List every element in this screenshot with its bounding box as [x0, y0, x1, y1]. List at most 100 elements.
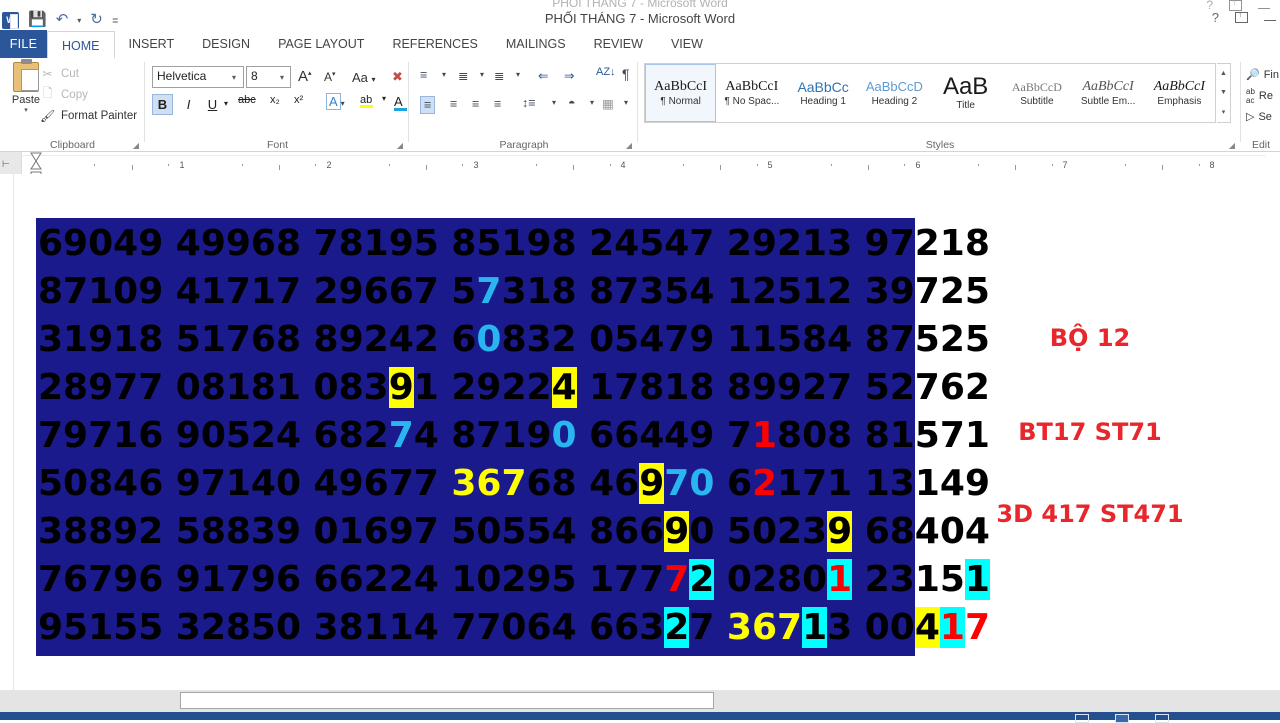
clipboard-dialog-launcher[interactable]: ◢ [133, 141, 139, 150]
grid-run: 1 [827, 559, 853, 600]
ribbon-tab-bar[interactable]: FILE HOME INSERT DESIGN PAGE LAYOUT REFE… [0, 30, 1280, 59]
paragraph-dialog-launcher[interactable]: ◢ [626, 141, 632, 150]
underline-dropdown-icon[interactable]: ▾ [224, 99, 228, 108]
multilevel-dropdown-icon[interactable]: ▾ [516, 70, 520, 79]
tab-design[interactable]: DESIGN [188, 30, 264, 58]
tab-view[interactable]: VIEW [657, 30, 717, 58]
shading-dropdown-icon[interactable]: ▾ [590, 98, 594, 107]
minimize-icon[interactable] [1264, 14, 1276, 21]
style-no-spacing[interactable]: AaBbCcI ¶ No Spac... [716, 64, 787, 122]
align-left-icon[interactable]: ≡ [420, 96, 436, 114]
tab-stop-icon: ⊢ [2, 159, 10, 169]
left-margin-gutter [0, 174, 14, 690]
font-name-input[interactable]: Helvetica [152, 66, 244, 88]
style-emphasis[interactable]: AaBbCcI Emphasis [1144, 64, 1215, 122]
grid-run: 95155 32850 38114 77064 663 [38, 607, 665, 648]
window-controls[interactable]: ? [1212, 9, 1276, 25]
justify-icon[interactable]: ≡ [494, 97, 501, 111]
styles-more-icon[interactable]: ▾ [1222, 108, 1226, 116]
grow-font-button[interactable]: A▴ [298, 68, 312, 85]
help-icon[interactable]: ? [1212, 10, 1219, 25]
multilevel-list-icon[interactable]: ≣ [494, 68, 504, 83]
bullets-icon[interactable]: ≡ [420, 68, 427, 82]
replace-button[interactable]: ab ac Re [1242, 85, 1280, 106]
tab-stop-selector[interactable]: ⊢ [0, 152, 22, 174]
style-heading-2[interactable]: AaBbCcD Heading 2 [859, 64, 930, 122]
superscript-button[interactable]: x² [294, 94, 303, 106]
align-right-icon[interactable]: ≡ [472, 97, 479, 111]
text-effects-button[interactable]: A ▾ [326, 93, 345, 110]
horizontal-ruler[interactable]: 1 2 3 4 5 6 7 8 [22, 155, 1266, 171]
align-center-icon[interactable]: ≡ [450, 97, 457, 111]
font-color-button[interactable]: A [394, 94, 407, 111]
styles-gallery-scrollbar[interactable]: ▲ ▼ ▾ [1217, 63, 1231, 123]
highlight-label: ab [360, 94, 373, 106]
cut-button[interactable]: ✂ Cut [40, 63, 137, 84]
ruler-tick-3: 3 [473, 160, 479, 170]
tab-insert[interactable]: INSERT [115, 30, 189, 58]
horizontal-scrollbar[interactable] [0, 690, 1280, 712]
shading-icon[interactable]: ◓ [568, 96, 576, 110]
line-spacing-dropdown-icon[interactable]: ▾ [552, 98, 556, 107]
shrink-font-button[interactable]: A▾ [324, 70, 336, 84]
grid-run: 9 [827, 511, 853, 552]
taskbar[interactable] [0, 712, 1280, 723]
tab-references[interactable]: REFERENCES [378, 30, 491, 58]
taskbar-app-icon-2[interactable] [1115, 714, 1129, 723]
horizontal-scrollbar-thumb[interactable] [180, 692, 714, 709]
subscript-button[interactable]: x₂ [270, 94, 280, 106]
numbering-icon[interactable]: ≣ [458, 68, 468, 83]
styles-scroll-up-icon[interactable]: ▲ [1220, 70, 1227, 77]
numbering-dropdown-icon[interactable]: ▾ [480, 70, 484, 79]
bullets-dropdown-icon[interactable]: ▾ [442, 70, 446, 79]
style-subtitle[interactable]: AaBbCcD Subtitle [1001, 64, 1072, 122]
styles-group-label: Styles [925, 139, 955, 151]
grid-run: 0 5023 [689, 511, 828, 552]
style-heading-1[interactable]: AaBbCc Heading 1 [788, 64, 859, 122]
font-dialog-launcher[interactable]: ◢ [397, 141, 403, 150]
strikethrough-button[interactable]: abc [238, 94, 256, 106]
style-title[interactable]: AaB Title [930, 64, 1001, 122]
grid-run: 2 [752, 463, 778, 504]
styles-dialog-launcher[interactable]: ◢ [1229, 141, 1235, 150]
scissors-icon: ✂ [42, 66, 53, 81]
side-note-bt17-st71: BT17 ST71 [1018, 418, 1162, 446]
number-grid[interactable]: 69049 49968 78195 85198 24547 29213 9721… [36, 218, 990, 656]
tab-review[interactable]: REVIEW [580, 30, 657, 58]
tab-home[interactable]: HOME [47, 31, 115, 59]
ribbon-group-paragraph: ≡ ▾ ≣ ▾ ≣ ▾ ⇐ ⇒ AZ↓ ¶ ≡ ≡ ≡ ≡ ↕≡ ▾ ◓ ▾ ▦… [410, 58, 638, 152]
document-area[interactable]: 69049 49968 78195 85198 24547 29213 9721… [0, 174, 1280, 690]
format-painter-button[interactable]: 🖌 Format Painter [40, 105, 137, 126]
tab-mailings[interactable]: MAILINGS [492, 30, 580, 58]
line-spacing-icon[interactable]: ↕≡ [522, 96, 536, 110]
find-button[interactable]: 🔎 Fin [1242, 64, 1280, 85]
highlight-dropdown-icon[interactable]: ▾ [382, 94, 386, 103]
borders-dropdown-icon[interactable]: ▾ [624, 98, 628, 107]
select-button[interactable]: ▷ Se [1242, 106, 1280, 127]
window-title-ghost: PHỐI THÁNG 7 - Microsoft Word [552, 0, 728, 10]
style-normal[interactable]: AaBbCcI ¶ Normal [645, 64, 717, 122]
tab-file[interactable]: FILE [0, 30, 47, 58]
side-notes[interactable]: BỘ 12 BT17 ST71 3D 417 ST471 [940, 324, 1240, 528]
underline-button[interactable]: U [202, 94, 223, 115]
change-case-button[interactable]: Aa ▾ [352, 70, 376, 85]
clear-formatting-icon[interactable]: ✖ [392, 69, 403, 85]
copy-button[interactable]: 🗋 Copy [40, 84, 137, 105]
highlight-button[interactable]: ab [360, 94, 373, 108]
show-formatting-marks-button[interactable]: ¶ [622, 66, 630, 82]
document-page[interactable]: 69049 49968 78195 85198 24547 29213 9721… [0, 174, 1266, 690]
taskbar-app-icon-1[interactable] [1075, 714, 1089, 723]
grid-run: 9 [639, 463, 665, 504]
tab-page-layout[interactable]: PAGE LAYOUT [264, 30, 378, 58]
italic-button[interactable]: I [178, 94, 199, 115]
taskbar-app-icon-3[interactable] [1155, 714, 1169, 723]
styles-scroll-down-icon[interactable]: ▼ [1220, 89, 1227, 96]
increase-indent-icon[interactable]: ⇒ [564, 68, 574, 83]
style-subtle-emphasis[interactable]: AaBbCcI Subtle Em... [1073, 64, 1144, 122]
styles-gallery[interactable]: AaBbCcI ¶ Normal AaBbCcI ¶ No Spac... Aa… [644, 63, 1216, 123]
ribbon-display-options-icon[interactable] [1235, 9, 1248, 23]
decrease-indent-icon[interactable]: ⇐ [538, 68, 548, 83]
borders-icon[interactable]: ▦ [602, 96, 614, 111]
bold-button[interactable]: B [152, 94, 173, 115]
sort-button[interactable]: AZ↓ [596, 66, 616, 78]
